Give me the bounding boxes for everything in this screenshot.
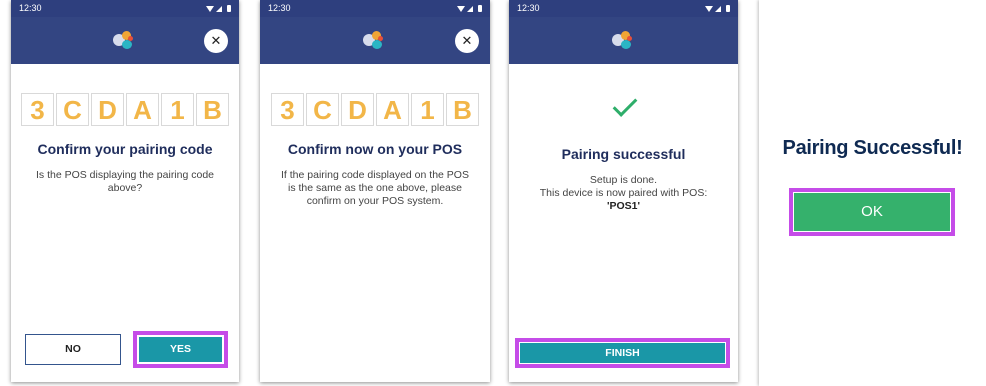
screen-title: Confirm your pairing code: [37, 141, 213, 157]
finish-button-highlight: FINISH: [515, 338, 730, 368]
status-bar: 12:30: [509, 0, 738, 17]
app-logo-icon: [363, 30, 387, 51]
app-header: ✕: [260, 17, 490, 64]
pairing-code: 3 C D A 1 B: [260, 93, 490, 126]
ok-button[interactable]: OK: [794, 193, 950, 231]
screen-title: Pairing successful: [561, 146, 686, 162]
signal-icon: [467, 5, 473, 12]
code-char: A: [126, 93, 159, 126]
ok-button-highlight: OK: [789, 188, 955, 236]
app-logo-icon: [113, 30, 137, 51]
screen-title: Confirm now on your POS: [287, 141, 463, 157]
screen-description: If the pairing code displayed on the POS…: [281, 169, 469, 207]
screen-description: Setup is done. This device is now paired…: [527, 174, 720, 213]
code-char: 3: [21, 93, 54, 126]
status-time: 12:30: [19, 3, 42, 13]
app-header: ✕: [11, 17, 239, 64]
success-title: Pairing Successful!: [782, 137, 963, 159]
code-char: B: [196, 93, 229, 126]
battery-icon: [227, 5, 231, 12]
no-button[interactable]: NO: [25, 334, 121, 365]
code-char: A: [376, 93, 409, 126]
code-char: 3: [271, 93, 304, 126]
wifi-icon: [457, 5, 465, 12]
screen-pairing-successful: 12:30 Pairing successful Setup is done. …: [509, 0, 738, 382]
app-logo-icon: [611, 30, 636, 51]
paired-with-text: This device is now paired with POS:: [539, 187, 708, 199]
code-char: 1: [161, 93, 194, 126]
code-char: 1: [411, 93, 444, 126]
status-bar: 12:30: [260, 0, 490, 17]
pos-name: 'POS1': [606, 200, 640, 212]
signal-icon: [715, 5, 721, 12]
close-icon[interactable]: ✕: [455, 29, 479, 53]
status-bar: 12:30: [11, 0, 239, 17]
yes-button[interactable]: YES: [139, 337, 222, 362]
wifi-icon: [206, 5, 214, 12]
screen-pairing-success-dialog: Pairing Successful! OK: [759, 0, 986, 386]
finish-button[interactable]: FINISH: [520, 343, 725, 363]
wifi-icon: [705, 5, 713, 12]
status-time: 12:30: [517, 3, 540, 13]
screen-description: Is the POS displaying the pairing code a…: [35, 169, 215, 194]
app-header: [509, 17, 738, 64]
setup-done-text: Setup is done.: [589, 174, 658, 186]
code-char: D: [341, 93, 374, 126]
code-char: C: [56, 93, 89, 126]
screen-confirm-pairing-code: 12:30 ✕ 3 C D A 1 B Confirm your pairing…: [11, 0, 239, 382]
code-char: D: [91, 93, 124, 126]
battery-icon: [478, 5, 482, 12]
battery-icon: [726, 5, 730, 12]
code-char: B: [446, 93, 479, 126]
screen-confirm-on-pos: 12:30 ✕ 3 C D A 1 B Confirm now on your …: [260, 0, 490, 382]
close-icon[interactable]: ✕: [204, 29, 228, 53]
checkmark-icon: [608, 92, 640, 124]
yes-button-highlight: YES: [133, 331, 228, 368]
code-char: C: [306, 93, 339, 126]
signal-icon: [216, 5, 222, 12]
status-time: 12:30: [268, 3, 291, 13]
pairing-code: 3 C D A 1 B: [11, 93, 239, 126]
